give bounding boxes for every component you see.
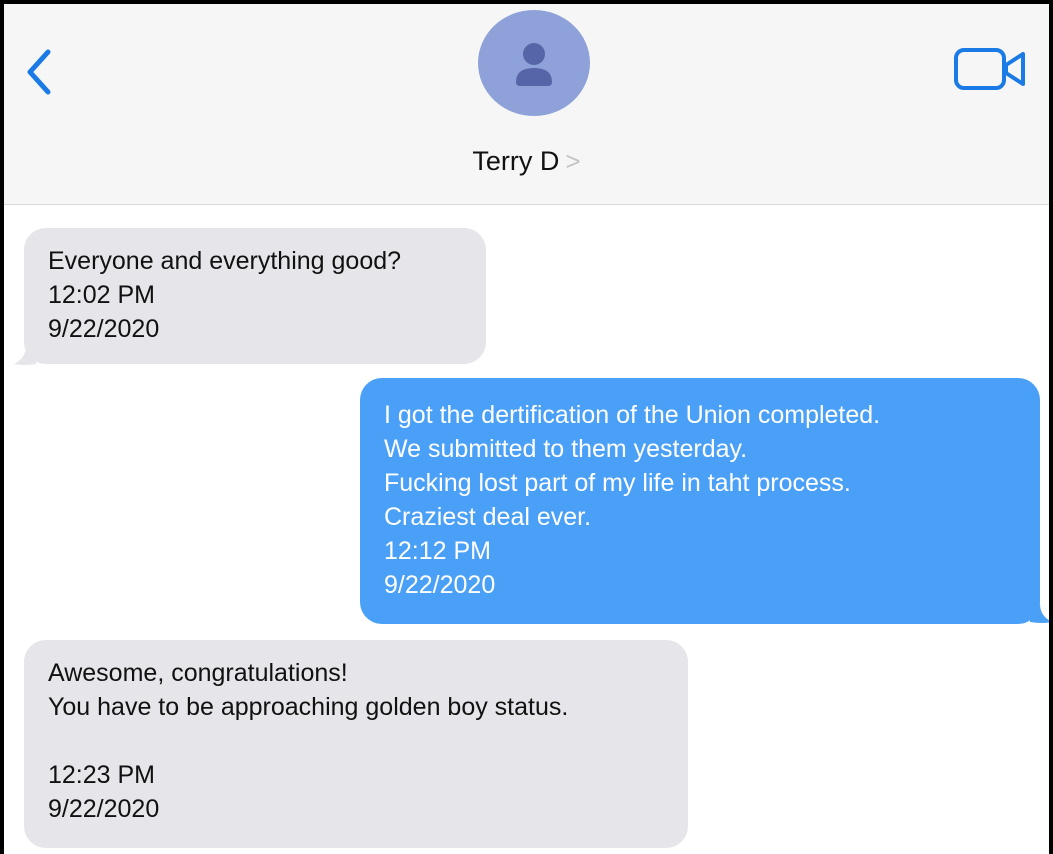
message-text: Craziest deal ever.: [384, 503, 592, 531]
message-text: I got the dertification of the Union com…: [384, 401, 881, 429]
person-silhouette-icon: [516, 43, 552, 86]
back-button[interactable]: [22, 44, 56, 100]
message-date: 9/22/2020: [48, 795, 160, 823]
chevron-right-icon: >: [565, 146, 581, 176]
message-text: Awesome, congratulations!: [48, 659, 348, 687]
chevron-left-icon: [27, 49, 51, 95]
message-text: You have to be approaching golden boy st…: [48, 693, 569, 721]
incoming-bubble-tail: [14, 346, 36, 365]
message-text: Fucking lost part of my life in taht pro…: [384, 469, 851, 497]
message-date: 9/22/2020: [48, 315, 160, 343]
message-time: 12:12 PM: [384, 537, 492, 565]
conversation-header: Terry D >: [4, 4, 1049, 205]
contact-avatar[interactable]: [478, 10, 590, 116]
outgoing-bubble-tail: [1030, 604, 1049, 623]
message-date: 9/22/2020: [384, 571, 496, 599]
message-thread-screenshot: Terry D > Everyone and everything good? 1…: [0, 0, 1053, 854]
outgoing-message-bubble: I got the dertification of the Union com…: [360, 378, 1040, 624]
contact-name: Terry D: [472, 146, 560, 176]
message-text: Everyone and everything good?: [48, 247, 402, 275]
incoming-message-bubble: Everyone and everything good? 12:02 PM 9…: [24, 228, 486, 364]
message-time: 12:23 PM: [48, 761, 156, 789]
message-text: We submitted to them yesterday.: [384, 435, 748, 463]
incoming-message-bubble: Awesome, congratulations! You have to be…: [24, 640, 688, 848]
video-call-button[interactable]: [953, 44, 1029, 94]
message-time: 12:02 PM: [48, 281, 156, 309]
video-camera-icon: [954, 48, 1025, 90]
contact-name-button[interactable]: Terry D >: [4, 146, 1049, 177]
